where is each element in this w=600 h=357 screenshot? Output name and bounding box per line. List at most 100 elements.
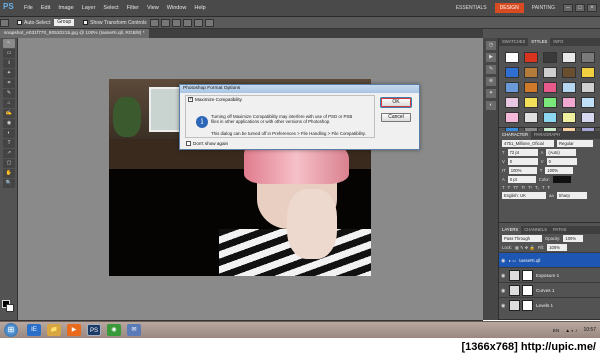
gradient-tool-icon[interactable]: ◐ [3, 129, 15, 138]
photoshop-taskbar-icon[interactable]: PS [87, 324, 101, 336]
style-swatch[interactable] [562, 52, 576, 63]
style-swatch[interactable] [505, 112, 519, 123]
opacity-field[interactable]: 100% [563, 235, 584, 242]
background-color-swatch[interactable] [6, 304, 14, 312]
font-size-field[interactable]: 72 pt [507, 149, 538, 156]
eye-icon[interactable]: ◉ [501, 303, 506, 309]
maximize-button[interactable]: □ [575, 4, 585, 12]
ok-button[interactable]: OK [380, 97, 412, 108]
workspace-essentials[interactable]: ESSENTIALS [451, 3, 492, 13]
lock-icons[interactable]: ▦ ✎ ✥ 🔒 [515, 245, 535, 251]
style-swatch[interactable] [581, 97, 595, 108]
vertical-scale-field[interactable]: 100% [508, 167, 537, 174]
tab-character[interactable]: CHARACTER [499, 131, 532, 139]
tab-styles[interactable]: STYLES [528, 38, 551, 46]
style-swatch[interactable] [562, 67, 576, 78]
shape-tool-icon[interactable]: ▢ [3, 159, 15, 168]
minimize-button[interactable]: – [563, 4, 573, 12]
style-swatch[interactable] [505, 52, 519, 63]
menu-view[interactable]: View [147, 5, 159, 11]
marquee-tool-icon[interactable]: ▭ [3, 49, 15, 58]
style-swatch[interactable] [581, 112, 595, 123]
workspace-design[interactable]: DESIGN [494, 3, 524, 13]
zoom-tool-icon[interactable]: 🔍 [3, 179, 15, 188]
superscript-button[interactable]: T¹ [528, 185, 532, 190]
move-tool-preset[interactable] [0, 18, 9, 27]
style-swatch[interactable] [543, 97, 557, 108]
style-swatch[interactable] [505, 67, 519, 78]
style-swatch[interactable] [581, 52, 595, 63]
faux-italic-button[interactable]: T [508, 185, 511, 190]
workspace-painting[interactable]: PAINTING [527, 3, 560, 13]
style-swatch[interactable] [581, 67, 595, 78]
style-swatch[interactable] [562, 112, 576, 123]
tab-swatches[interactable]: SWATCHES [499, 38, 528, 46]
magic-wand-tool-icon[interactable]: ✦ [3, 69, 15, 78]
underline-button[interactable]: T [542, 185, 545, 190]
brush-tool-icon[interactable]: ✍ [3, 109, 15, 118]
maximize-compatibility-checkbox[interactable] [188, 97, 193, 103]
start-button[interactable]: ⊞ [4, 323, 18, 337]
style-swatch[interactable] [524, 112, 538, 123]
style-swatch[interactable] [543, 82, 557, 93]
style-swatch[interactable] [505, 97, 519, 108]
menu-image[interactable]: Image [58, 5, 73, 11]
actions-panel-icon[interactable]: ▶ [486, 53, 496, 62]
align-bottom-button[interactable] [171, 18, 181, 27]
faux-bold-button[interactable]: T [502, 185, 505, 190]
language-dropdown[interactable]: English: UK [502, 192, 546, 199]
style-swatch[interactable] [543, 52, 557, 63]
tab-paragraph[interactable]: PARAGRAPH [531, 131, 563, 139]
lasso-tool-icon[interactable]: ℓ [3, 59, 15, 68]
strikethrough-button[interactable]: Ŧ [548, 185, 551, 190]
menu-edit[interactable]: Edit [41, 5, 50, 11]
style-swatch[interactable] [524, 82, 538, 93]
brush-panel-icon[interactable]: ✎ [486, 65, 496, 74]
stamp-tool-icon[interactable]: ◉ [3, 119, 15, 128]
adjustments-panel-icon[interactable]: ◐ [486, 101, 496, 110]
path-selection-tool-icon[interactable]: ↗ [3, 149, 15, 158]
mail-icon[interactable]: ✉ [127, 324, 141, 336]
align-middle-button[interactable] [160, 18, 170, 27]
align-left-button[interactable] [182, 18, 192, 27]
layer-row[interactable]: ◉ Curves 1 [499, 282, 600, 297]
chrome-icon[interactable]: ◉ [107, 324, 121, 336]
style-swatch[interactable] [524, 97, 538, 108]
media-player-icon[interactable]: ▶ [67, 324, 81, 336]
small-caps-button[interactable]: Tr [521, 185, 525, 190]
align-right-button[interactable] [204, 18, 214, 27]
text-color-swatch[interactable] [552, 176, 571, 183]
font-style-dropdown[interactable]: Regular [557, 140, 593, 147]
system-clock[interactable]: 10:57 [583, 327, 596, 333]
layer-row[interactable]: ◉ Levels 1 [499, 297, 600, 312]
baseline-field[interactable]: 0 pt [507, 176, 536, 183]
align-top-button[interactable] [149, 18, 159, 27]
style-swatch[interactable] [581, 82, 595, 93]
style-swatch[interactable] [562, 82, 576, 93]
style-swatch[interactable] [524, 52, 538, 63]
transform-controls-checkbox[interactable] [83, 20, 89, 25]
language-indicator[interactable]: EN [553, 328, 559, 333]
cancel-button[interactable]: Cancel [381, 113, 411, 122]
type-tool-icon[interactable]: T [3, 139, 15, 148]
subscript-button[interactable]: T₁ [535, 185, 539, 190]
horizontal-scale-field[interactable]: 100% [545, 167, 574, 174]
crop-tool-icon[interactable]: ⌗ [3, 79, 15, 88]
style-swatch[interactable] [505, 82, 519, 93]
eyedropper-tool-icon[interactable]: ✎ [3, 89, 15, 98]
kerning-field[interactable]: 0 [507, 158, 538, 165]
font-family-dropdown[interactable]: 4751_Millione_Oficial [502, 140, 554, 147]
leading-field[interactable]: (Auto) [546, 149, 577, 156]
fill-field[interactable]: 100% [547, 244, 568, 251]
internet-explorer-icon[interactable]: IE [27, 324, 41, 336]
blend-mode-dropdown[interactable]: Pass Through [502, 235, 542, 242]
tab-layers[interactable]: LAYERS [499, 226, 522, 234]
close-button[interactable]: × [587, 4, 597, 12]
history-panel-icon[interactable]: ◷ [486, 41, 496, 50]
dont-show-again-checkbox[interactable] [186, 141, 191, 147]
document-tab[interactable]: snapshot_e031f770_80520215.jpg @ 100% (t… [0, 29, 149, 38]
menu-select[interactable]: Select [103, 5, 118, 11]
style-swatch[interactable] [524, 67, 538, 78]
healing-tool-icon[interactable]: ⌂ [3, 99, 15, 108]
anti-alias-dropdown[interactable]: Sharp [556, 192, 587, 199]
